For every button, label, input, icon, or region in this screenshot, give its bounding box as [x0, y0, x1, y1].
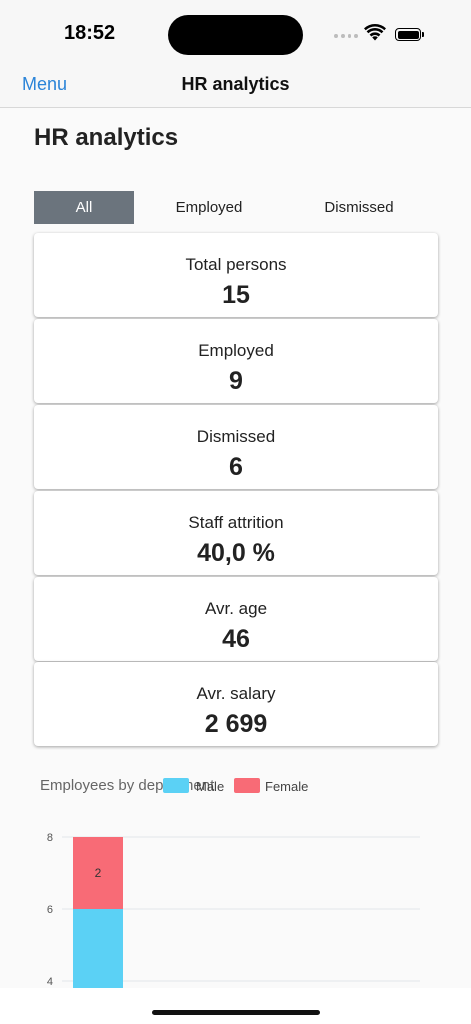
stat-label: Employed: [198, 341, 274, 360]
wifi-icon: [364, 24, 386, 41]
bar-male[interactable]: [73, 909, 123, 988]
legend-swatch-female[interactable]: [234, 778, 260, 793]
dynamic-island: [168, 15, 303, 55]
stat-card-employed: Employed 9: [34, 319, 438, 403]
home-indicator-area: [0, 988, 471, 1024]
stat-card-dismissed: Dismissed 6: [34, 405, 438, 489]
stat-card-avr-salary: Avr. salary 2 699: [34, 662, 438, 746]
page-title: HR analytics: [34, 124, 179, 151]
legend-swatch-male[interactable]: [163, 778, 189, 793]
stat-label: Staff attrition: [188, 513, 284, 532]
stat-label: Avr. age: [204, 599, 268, 618]
bar-data-label: 2: [95, 866, 102, 880]
filter-tab-dismissed[interactable]: Dismissed: [304, 191, 414, 224]
stat-card-staff-attrition: Staff attrition 40,0 %: [34, 491, 438, 575]
y-tick-label: 4: [47, 976, 53, 988]
stat-label: Dismissed: [196, 427, 276, 446]
y-tick-label: 6: [47, 904, 53, 916]
filter-tab-employed[interactable]: Employed: [154, 191, 264, 224]
stat-value: 40,0 %: [197, 539, 275, 567]
employees-by-department-chart: 4 6 8 2: [47, 832, 420, 988]
filter-tab-all[interactable]: All: [34, 191, 134, 224]
y-tick-label: 8: [47, 832, 53, 844]
legend-label-male[interactable]: Male: [196, 779, 224, 794]
home-indicator[interactable]: [152, 1010, 320, 1015]
stat-label: Avr. salary: [196, 684, 276, 703]
status-bar: 18:52: [0, 0, 471, 60]
battery-icon: [395, 28, 424, 42]
status-time: 18:52: [64, 22, 116, 44]
stat-value: 46: [222, 625, 250, 653]
nav-title: HR analytics: [181, 74, 290, 94]
cellular-signal-icon: [334, 33, 358, 39]
navigation-bar: Menu HR analytics: [0, 60, 471, 108]
stat-card-total-persons: Total persons 15: [34, 233, 438, 317]
stat-value: 2 699: [204, 710, 268, 738]
stat-value: 9: [229, 367, 243, 395]
stat-value: 15: [222, 281, 250, 309]
filter-segmented-control: All Employed Dismissed: [34, 191, 438, 224]
stat-card-avr-age: Avr. age 46: [34, 577, 438, 661]
stat-label: Total persons: [185, 255, 287, 274]
stat-value: 6: [229, 453, 243, 481]
legend-label-female[interactable]: Female: [265, 779, 308, 794]
